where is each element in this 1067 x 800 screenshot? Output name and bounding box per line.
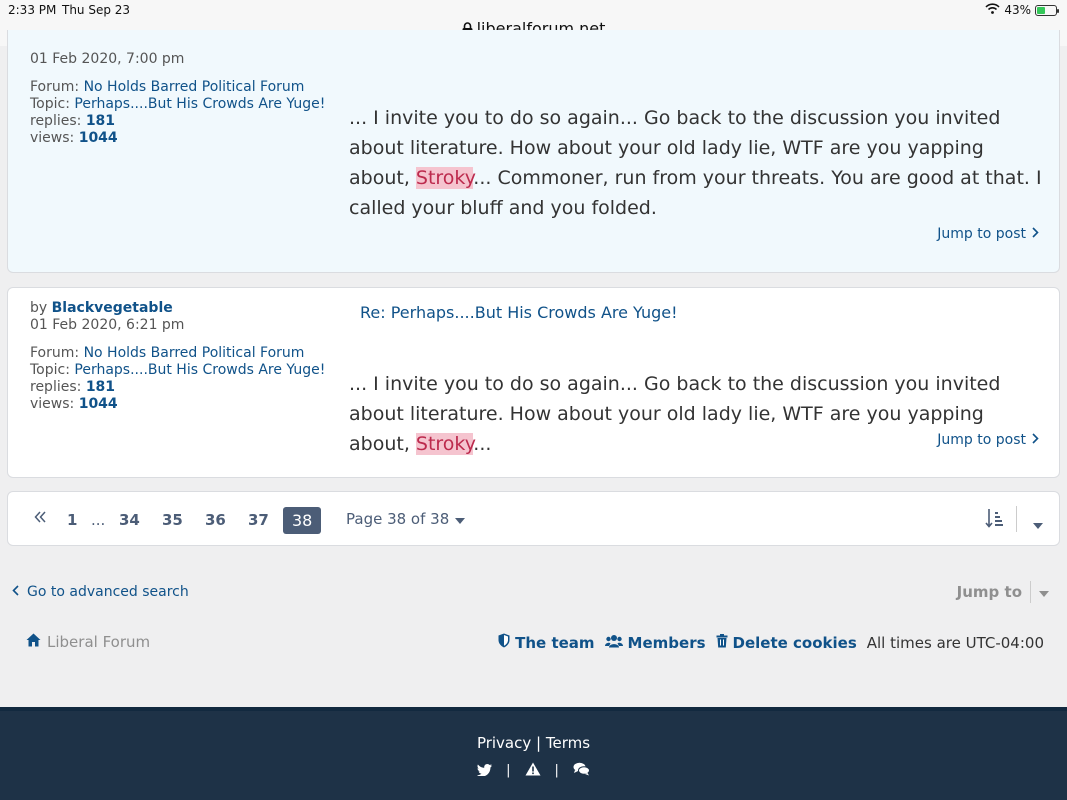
home-label: Liberal Forum [47,633,151,651]
page-35-link[interactable]: 35 [162,511,183,529]
views-count: 1044 [78,130,118,146]
search-result-post: by Blackvegetable 01 Feb 2020, 6:21 pm R… [7,287,1060,478]
page-36-link[interactable]: 36 [205,511,226,529]
search-highlight: Stroky [415,167,474,189]
forum-link[interactable]: No Holds Barred Political Forum [84,79,305,95]
battery-icon [1035,4,1059,16]
replies-label: replies: [30,113,82,129]
pagination-bar: 1 ... 34 35 36 37 38 Page 38 of 38 [7,491,1060,546]
advanced-search-link[interactable]: Go to advanced search [12,584,189,600]
jump-to-dropdown[interactable]: Jump to [957,581,1049,603]
page-38-current[interactable]: 38 [283,507,322,534]
topic-label: Topic: [30,362,70,378]
comments-icon[interactable] [573,761,590,780]
post-text-end: ... [473,433,492,455]
users-icon [604,634,623,652]
twitter-icon[interactable] [477,761,493,780]
caret-down-icon [1039,583,1049,601]
forum-label: Forum: [30,79,80,95]
caret-down-icon [455,510,466,528]
chevron-right-icon [1032,432,1039,448]
post-meta: Forum: No Holds Barred Political Forum T… [30,345,325,413]
replies-count: 181 [85,379,116,395]
footer-icon-separator: | [506,763,511,778]
members-label: Members [627,633,706,652]
advanced-search-label: Go to advanced search [27,584,189,600]
page-34-link[interactable]: 34 [119,511,140,529]
sort-icon[interactable] [985,508,1003,532]
post-meta: Forum: No Holds Barred Political Forum T… [30,79,325,147]
wifi-icon [985,3,1000,17]
divider [1030,581,1031,603]
post-author-line: by Blackvegetable [30,300,173,317]
chevron-right-icon [1032,226,1039,242]
trash-icon [716,633,728,652]
author-link[interactable]: Blackvegetable [52,300,173,316]
jump-to-post-link[interactable]: Jump to post [937,226,1039,242]
privacy-link[interactable]: Privacy [477,734,531,752]
chevron-left-icon [12,584,19,600]
jump-to-post-link[interactable]: Jump to post [937,432,1039,448]
forum-label: Forum: [30,345,80,361]
status-right: 43% [985,3,1059,17]
page-ellipsis: ... [91,511,106,529]
page-1-link[interactable]: 1 [67,511,77,529]
footer-links: Privacy | Terms [0,734,1067,752]
topic-label: Topic: [30,96,70,112]
home-link[interactable]: Liberal Forum [26,633,150,651]
topic-link[interactable]: Perhaps....But His Crowds Are Yuge! [74,362,325,378]
jump-label: Jump to post [937,432,1026,448]
bottom-navbar: Liberal Forum The team Members Delete co… [26,633,1044,655]
views-count: 1044 [78,396,118,412]
divider [1016,506,1017,532]
views-label: views: [30,130,75,146]
footer-nav-links: The team Members Delete cookies All time… [498,633,1044,652]
forum-link[interactable]: No Holds Barred Political Forum [84,345,305,361]
jump-label: Jump to post [937,226,1026,242]
home-icon [26,633,41,651]
replies-count: 181 [85,113,116,129]
footer-icons: | | [0,761,1067,780]
status-date: Thu Sep 23 [62,3,131,17]
post-title-link[interactable]: Re: Perhaps....But His Crowds Are Yuge! [360,303,678,322]
post-date: 01 Feb 2020, 7:00 pm [30,51,185,67]
post-date: 01 Feb 2020, 6:21 pm [30,317,185,333]
post-body: ... I invite you to do so again... Go ba… [349,103,1049,223]
team-label: The team [515,633,595,652]
the-team-link[interactable]: The team [498,633,595,652]
by-label: by [30,300,48,316]
shield-icon [498,633,510,652]
page-37-link[interactable]: 37 [248,511,269,529]
double-chevron-left-icon[interactable] [34,509,46,527]
topic-link[interactable]: Perhaps....But His Crowds Are Yuge! [74,96,325,112]
terms-link[interactable]: Terms [546,734,590,752]
delete-cookies-link[interactable]: Delete cookies [716,633,857,652]
page-footer: Privacy | Terms | | [0,707,1067,800]
battery-percent: 43% [1004,3,1031,17]
footer-separator: | [536,734,542,752]
page-label: Page 38 of 38 [346,510,450,528]
replies-label: replies: [30,379,82,395]
status-time: 2:33 PM [8,3,57,17]
jump-to-label: Jump to [956,583,1022,601]
footer-icon-separator: | [554,763,559,778]
caret-down-icon[interactable] [1033,514,1043,533]
views-label: views: [30,396,75,412]
search-highlight: Stroky [415,433,474,455]
warning-icon[interactable] [525,761,541,780]
delete-cookies-label: Delete cookies [732,633,857,652]
search-result-post: 01 Feb 2020, 7:00 pm Forum: No Holds Bar… [7,30,1060,273]
members-link[interactable]: Members [604,633,706,652]
page-jump-dropdown[interactable]: Page 38 of 38 [346,510,466,528]
timezone-text: All times are UTC-04:00 [866,633,1044,652]
